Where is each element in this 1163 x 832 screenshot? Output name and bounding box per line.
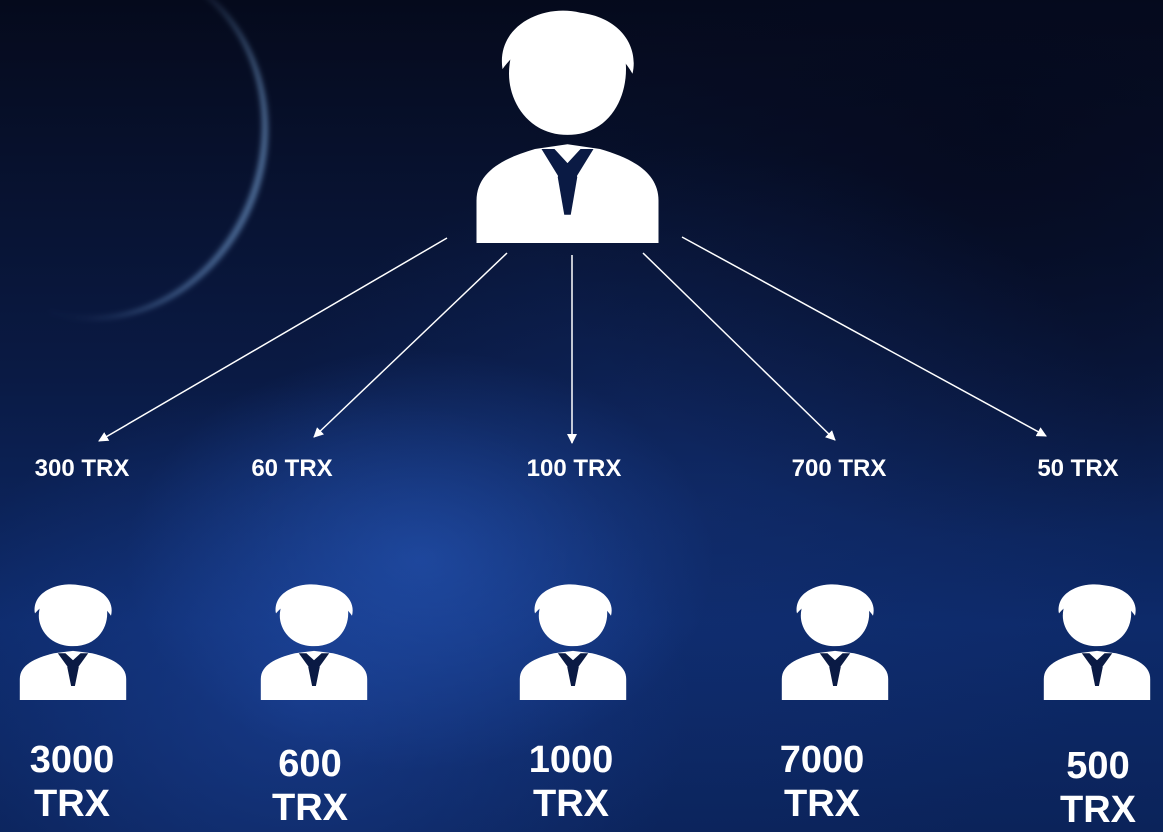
edge-label-5: 50 TRX: [1037, 455, 1119, 482]
child-4-amount-value: 7000: [779, 739, 865, 781]
child-3-amount-unit: TRX: [532, 783, 609, 825]
child-3-person-icon: [519, 584, 627, 700]
child-2-amount: 600 TRX: [272, 742, 348, 830]
child-1-person-icon: [19, 584, 127, 700]
arrow-to-child-2: [313, 252, 508, 438]
arrow-to-child-4: [642, 252, 836, 441]
child-5-amount-unit: TRX: [1060, 789, 1136, 831]
connector-arrows: [98, 236, 1047, 444]
child-2-person-icon: [260, 584, 368, 700]
child-2-amount-unit: TRX: [272, 787, 348, 829]
arrow-to-child-5: [681, 236, 1047, 437]
child-5-person-icon: [1043, 584, 1151, 700]
edge-label-1: 300 TRX: [34, 455, 130, 482]
child-1-amount: 3000 TRX: [30, 738, 115, 826]
child-4-person-icon: [781, 584, 889, 700]
referral-tree-diagram: [19, 10, 1151, 700]
arrow-to-child-1: [98, 237, 448, 442]
child-4-amount: 7000 TRX: [780, 738, 865, 826]
child-2-amount-value: 600: [278, 743, 342, 785]
edge-label-3: 100 TRX: [526, 455, 622, 482]
child-5-amount-value: 500: [1066, 745, 1130, 787]
child-1-amount-value: 3000: [29, 739, 115, 781]
child-3-amount-value: 1000: [528, 739, 614, 781]
child-4-amount-unit: TRX: [783, 783, 860, 825]
child-5-amount: 500 TRX: [1060, 744, 1136, 832]
top-person-icon: [476, 10, 659, 243]
edge-label-2: 60 TRX: [251, 455, 333, 482]
edge-label-4: 700 TRX: [791, 455, 887, 482]
child-3-amount: 1000 TRX: [529, 738, 614, 826]
child-1-amount-unit: TRX: [33, 783, 110, 825]
